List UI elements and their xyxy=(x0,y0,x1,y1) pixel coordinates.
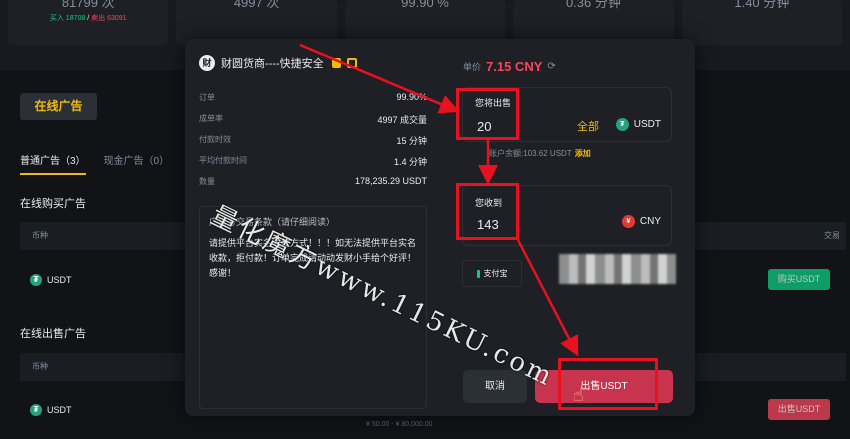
sell-all-button[interactable]: 全部 xyxy=(577,118,599,134)
receive-currency-code: CNY xyxy=(639,216,661,227)
unit-price: 单价 7.15 CNY ⟳ xyxy=(463,59,556,74)
info-value: 99.90% xyxy=(396,92,427,102)
tab-normal-ads[interactable]: 普通广告（3） xyxy=(20,152,86,175)
buy-row-coin: ₮ USDT xyxy=(30,274,72,286)
usdt-icon: ₮ xyxy=(30,404,42,416)
info-label: 平均付款时间 xyxy=(199,156,247,165)
stat-sell-count: 卖出 63091 xyxy=(91,15,127,22)
cny-icon: ¥ xyxy=(621,215,635,228)
info-value: 178,235.29 USDT xyxy=(354,176,427,186)
price-range: ¥ 50.00 - ¥ 80,000.00 xyxy=(366,421,433,428)
info-value: 4997 成交量 xyxy=(377,115,427,125)
ad-type-tabs: 普通广告（3） 现金广告（0） xyxy=(20,152,169,175)
price-label: 单价 xyxy=(463,62,482,72)
merchant-avatar: 财 xyxy=(199,55,215,71)
payment-method-label: 支付宝 xyxy=(483,269,508,278)
pointer-hand-icon: ☝ xyxy=(573,385,584,405)
buy-usdt-button[interactable]: 购买USDT xyxy=(768,269,830,290)
stat-card-orders: 81799 次 买入 18708 / 卖出 63091 xyxy=(8,0,169,45)
sell-col-coin: 币种 xyxy=(32,362,48,371)
highlight-sell-amount xyxy=(456,88,519,140)
sell-coin-label: USDT xyxy=(47,405,72,415)
usdt-icon: ₮ xyxy=(30,274,42,286)
info-value: 15 分钟 xyxy=(396,136,427,146)
add-funds-link[interactable]: 添加 xyxy=(575,149,591,158)
buy-col-coin: 币种 xyxy=(32,231,48,240)
payment-method-alipay[interactable]: 支付宝 xyxy=(462,260,522,287)
tab-cash-ads[interactable]: 现金广告（0） xyxy=(104,152,170,175)
receive-currency: ¥ CNY xyxy=(621,215,661,228)
info-quantity: 数量 178,235.29 USDT xyxy=(199,176,427,187)
sell-currency: ₮ USDT xyxy=(615,118,661,131)
sell-currency-code: USDT xyxy=(633,119,661,130)
info-avg-pay: 平均付款时间 1.4 分钟 xyxy=(199,155,427,168)
merchant-header: 财 财圆货商----快捷安全 xyxy=(199,55,357,71)
account-balance: 账户余额:103.62 USDT 添加 xyxy=(489,148,591,159)
balance-text: 账户余额:103.62 USDT xyxy=(489,149,572,158)
sell-row-coin: ₮ USDT xyxy=(30,404,72,416)
payment-indicator-icon xyxy=(476,269,480,278)
stat-buy-count: 买入 18708 xyxy=(49,15,86,22)
stat-orders-value: 81799 次 xyxy=(61,0,115,10)
stat-card-pay: 1.40 分钟 xyxy=(681,0,843,45)
stat-deals-value: 4997 次 xyxy=(233,0,280,10)
buy-coin-label: USDT xyxy=(47,275,72,285)
refresh-icon[interactable]: ⟳ xyxy=(547,61,555,72)
verified-badge-icon xyxy=(331,58,341,68)
stat-pay-value: 1.40 分钟 xyxy=(734,0,790,10)
info-label: 数量 xyxy=(199,177,215,186)
sell-usdt-row-button[interactable]: 出售USDT xyxy=(768,399,830,420)
stat-rate-value: 99.90 % xyxy=(401,0,449,10)
highlight-receive-amount xyxy=(456,183,519,240)
info-label: 成单率 xyxy=(199,114,223,123)
stat-orders-breakdown: 买入 18708 / 卖出 63091 xyxy=(49,15,127,22)
info-pay-limit: 付款时效 15 分钟 xyxy=(199,134,427,147)
info-completion: 成单率 4997 成交量 xyxy=(199,113,427,126)
info-value: 1.4 分钟 xyxy=(393,157,427,167)
merchant-badge-icon xyxy=(346,58,357,68)
buy-col-trade: 交易 xyxy=(824,231,840,240)
redacted-account-info xyxy=(559,254,676,284)
info-orders: 订单 99.90% xyxy=(199,92,427,103)
buy-ads-title: 在线购买广告 xyxy=(20,198,86,210)
stat-release-value: 0.36 分钟 xyxy=(565,0,621,10)
info-label: 订单 xyxy=(199,93,215,102)
price-value: 7.15 CNY xyxy=(486,59,543,74)
usdt-icon: ₮ xyxy=(615,118,629,131)
sell-ads-title: 在线出售广告 xyxy=(20,328,86,340)
online-ads-tab[interactable]: 在线广告 xyxy=(20,93,97,120)
info-label: 付款时效 xyxy=(199,135,231,144)
merchant-name[interactable]: 财圆货商----快捷安全 xyxy=(221,55,324,71)
